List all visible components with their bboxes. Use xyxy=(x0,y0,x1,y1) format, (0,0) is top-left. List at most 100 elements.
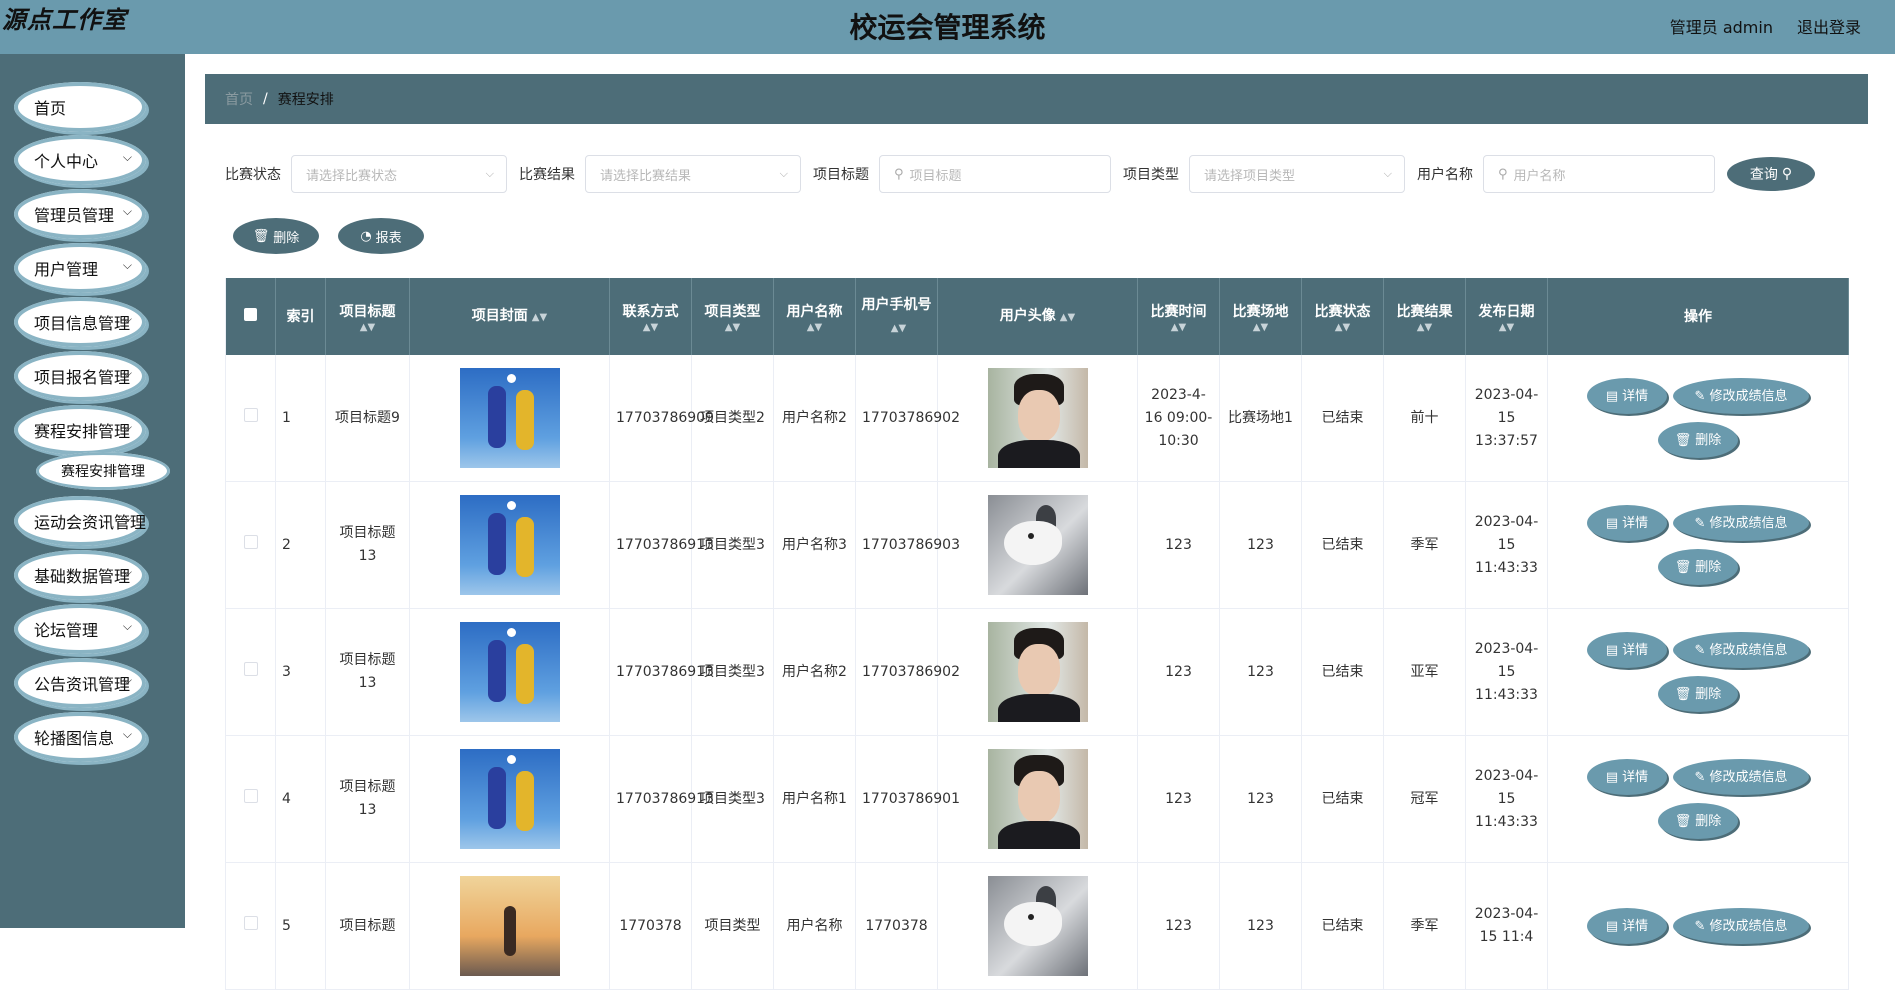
cell-username-text: 用户名称2 xyxy=(782,409,847,426)
cell-date: 2023-04-15 11:4 xyxy=(1465,862,1548,990)
edit-score-button[interactable]: ✎ 修改成绩信息 xyxy=(1673,759,1809,795)
col-result[interactable]: 比赛结果 ▲▼ xyxy=(1383,278,1466,355)
trash-icon: 🗑 xyxy=(1674,559,1692,575)
sidebar-item-6[interactable]: 赛程安排管理 ⌵ xyxy=(14,405,146,455)
user-avatar-image[interactable] xyxy=(987,749,1088,849)
sort-icon[interactable]: ▲▼ xyxy=(1060,312,1075,323)
row-checkbox[interactable] xyxy=(243,915,258,930)
select-all-checkbox[interactable] xyxy=(244,307,257,321)
user-search-input[interactable]: ⚲ 用户名称 xyxy=(1483,155,1715,193)
row-checkbox[interactable] xyxy=(243,661,258,676)
col-phone[interactable]: 用户手机号 ▲▼ xyxy=(855,278,938,355)
col-status[interactable]: 比赛状态 ▲▼ xyxy=(1301,278,1384,355)
sort-icon[interactable]: ▲▼ xyxy=(1388,322,1461,333)
row-checkbox-cell[interactable] xyxy=(225,862,276,990)
sort-icon[interactable]: ▲▼ xyxy=(696,322,769,333)
detail-button-label: 详情 xyxy=(1622,918,1649,934)
sidebar-item-4[interactable]: 项目信息管理 ⌵ xyxy=(14,297,146,347)
sort-icon[interactable]: ▲▼ xyxy=(778,322,851,333)
title-search-input[interactable]: ⚲ 项目标题 xyxy=(879,155,1111,193)
title-search-placeholder: 项目标题 xyxy=(909,168,962,184)
sidebar-item-8[interactable]: 基础数据管理 ⌵ xyxy=(14,550,146,600)
sort-icon[interactable]: ▲▼ xyxy=(1306,322,1379,333)
status-filter-select[interactable]: 请选择比赛状态 ⌵ xyxy=(291,155,507,193)
row-checkbox-cell[interactable] xyxy=(225,355,276,482)
logout-link[interactable]: 退出登录 xyxy=(1797,14,1861,38)
sort-icon[interactable]: ▲▼ xyxy=(1224,322,1297,333)
result-filter-select[interactable]: 请选择比赛结果 ⌵ xyxy=(585,155,801,193)
edit-icon: ✎ xyxy=(1694,918,1706,934)
col-date[interactable]: 发布日期 ▲▼ xyxy=(1465,278,1548,355)
sort-icon[interactable]: ▲▼ xyxy=(614,322,687,333)
row-checkbox[interactable] xyxy=(243,407,258,422)
col-contact[interactable]: 联系方式 ▲▼ xyxy=(609,278,692,355)
col-venue[interactable]: 比赛场地 ▲▼ xyxy=(1219,278,1302,355)
bulk-delete-button[interactable]: 🗑 删除 xyxy=(233,218,319,254)
row-delete-button[interactable]: 🗑 删除 xyxy=(1658,676,1738,712)
row-delete-button[interactable]: 🗑 删除 xyxy=(1658,803,1738,839)
row-checkbox-cell[interactable] xyxy=(225,481,276,609)
project-cover-image[interactable] xyxy=(459,495,560,595)
select-all-checkbox-cell[interactable] xyxy=(225,278,276,355)
sidebar-item-0[interactable]: 首页 xyxy=(14,82,146,132)
edit-score-button[interactable]: ✎ 修改成绩信息 xyxy=(1673,908,1809,944)
row-checkbox[interactable] xyxy=(243,534,258,549)
edit-score-button[interactable]: ✎ 修改成绩信息 xyxy=(1673,632,1809,668)
row-delete-button[interactable]: 🗑 删除 xyxy=(1658,422,1738,458)
col-avatar[interactable]: 用户头像 ▲▼ xyxy=(937,278,1138,355)
cell-status-text: 已结束 xyxy=(1321,663,1364,680)
sort-icon[interactable]: ▲▼ xyxy=(1470,322,1543,333)
col-date-label: 发布日期 xyxy=(1478,303,1535,320)
sidebar-item-7[interactable]: 运动会资讯管理 ⌵ xyxy=(14,496,146,546)
sidebar-item-2[interactable]: 管理员管理 ⌵ xyxy=(14,189,146,239)
sort-icon[interactable]: ▲▼ xyxy=(1142,322,1215,333)
sort-icon[interactable]: ▲▼ xyxy=(532,312,547,323)
user-avatar-image[interactable] xyxy=(987,368,1088,468)
type-filter-select[interactable]: 请选择项目类型 ⌵ xyxy=(1189,155,1405,193)
cell-venue-text: 123 xyxy=(1247,536,1274,553)
row-checkbox-cell[interactable] xyxy=(225,735,276,863)
col-title[interactable]: 项目标题 ▲▼ xyxy=(325,278,410,355)
row-checkbox[interactable] xyxy=(243,788,258,803)
user-avatar-image[interactable] xyxy=(987,876,1088,976)
user-avatar-image[interactable] xyxy=(987,622,1088,722)
col-username[interactable]: 用户名称 ▲▼ xyxy=(773,278,856,355)
col-type[interactable]: 项目类型 ▲▼ xyxy=(691,278,774,355)
detail-button[interactable]: ▤ 详情 xyxy=(1587,908,1667,944)
query-button[interactable]: 查询 ⚲ xyxy=(1727,157,1815,191)
edit-score-button[interactable]: ✎ 修改成绩信息 xyxy=(1673,505,1809,541)
col-cover[interactable]: 项目封面 ▲▼ xyxy=(409,278,610,355)
sidebar-item-10[interactable]: 公告资讯管理 ⌵ xyxy=(14,658,146,708)
row-delete-button[interactable]: 🗑 删除 xyxy=(1658,549,1738,585)
sidebar-item-5[interactable]: 项目报名管理 ⌵ xyxy=(14,351,146,401)
cell-cover xyxy=(409,608,610,736)
col-time[interactable]: 比赛时间 ▲▼ xyxy=(1137,278,1220,355)
cell-date-text: 2023-04-15 11:43:33 xyxy=(1474,513,1539,576)
detail-button[interactable]: ▤ 详情 xyxy=(1587,378,1667,414)
sidebar-item-1[interactable]: 个人中心 ⌵ xyxy=(14,135,146,185)
detail-button[interactable]: ▤ 详情 xyxy=(1587,505,1667,541)
sort-icon[interactable]: ▲▼ xyxy=(330,322,405,333)
sort-icon[interactable]: ▲▼ xyxy=(891,323,906,334)
sidebar-item-11[interactable]: 轮播图信息 ⌵ xyxy=(14,712,146,762)
report-button[interactable]: ◔ 报表 xyxy=(338,218,424,254)
row-checkbox-cell[interactable] xyxy=(225,608,276,736)
sidebar-item-3[interactable]: 用户管理 ⌵ xyxy=(14,243,146,293)
edit-score-button[interactable]: ✎ 修改成绩信息 xyxy=(1673,378,1809,414)
edit-icon: ✎ xyxy=(1694,769,1706,785)
project-cover-image[interactable] xyxy=(459,749,560,849)
detail-button[interactable]: ▤ 详情 xyxy=(1587,632,1667,668)
cell-username: 用户名称 xyxy=(773,862,856,990)
detail-button[interactable]: ▤ 详情 xyxy=(1587,759,1667,795)
project-cover-image[interactable] xyxy=(459,368,560,468)
sidebar-item-9[interactable]: 论坛管理 ⌵ xyxy=(14,604,146,654)
sidebar-item-label: 管理员管理 xyxy=(34,206,115,225)
user-avatar-image[interactable] xyxy=(987,495,1088,595)
cell-username-text: 用户名称2 xyxy=(782,663,847,680)
col-avatar-label: 用户头像 xyxy=(999,307,1056,324)
submenu-item-schedule[interactable]: 赛程安排管理 xyxy=(36,452,170,490)
project-cover-image[interactable] xyxy=(459,876,560,976)
breadcrumb-home[interactable]: 首页 xyxy=(225,89,253,109)
project-cover-image[interactable] xyxy=(459,622,560,722)
col-time-label: 比赛时间 xyxy=(1150,303,1207,320)
